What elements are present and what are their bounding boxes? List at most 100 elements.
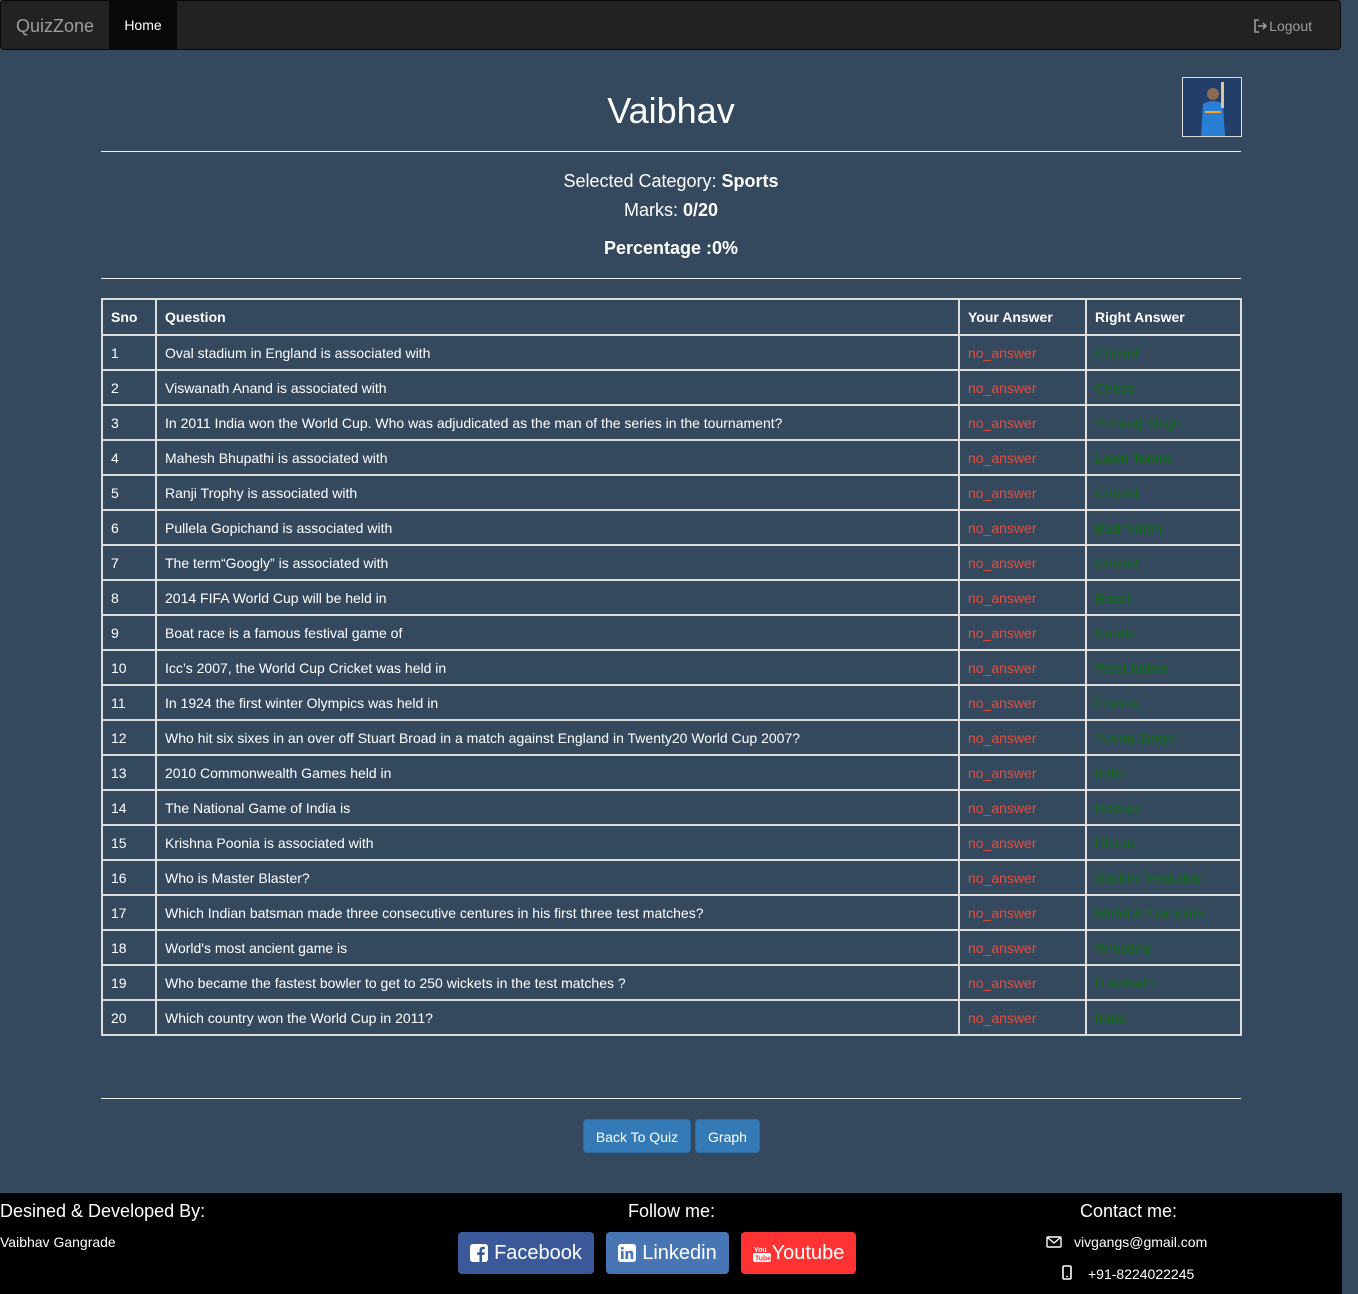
avatar bbox=[1182, 77, 1242, 137]
facebook-label: Facebook bbox=[494, 1242, 582, 1264]
cell-your-answer: no_answer bbox=[958, 859, 1087, 896]
cell-question: In 2011 India won the World Cup. Who was… bbox=[155, 404, 960, 441]
cell-right-answer: Hockey bbox=[1085, 789, 1242, 826]
cell-your-answer: no_answer bbox=[958, 509, 1087, 546]
cell-your-answer: no_answer bbox=[958, 544, 1087, 581]
nav-home-link[interactable]: Home bbox=[109, 1, 177, 50]
cell-your-answer: no_answer bbox=[958, 719, 1087, 756]
cell-sno: 5 bbox=[101, 474, 157, 511]
cell-question: Who hit six sixes in an over off Stuart … bbox=[155, 719, 960, 756]
brand-link[interactable]: QuizZone bbox=[16, 1, 94, 51]
cell-question: In 1924 the first winter Olympics was he… bbox=[155, 684, 960, 721]
graph-button[interactable]: Graph bbox=[695, 1119, 760, 1153]
cell-question: The term“Googly” is associated with bbox=[155, 544, 960, 581]
cell-question: Mahesh Bhupathi is associated with bbox=[155, 439, 960, 476]
cell-sno: 17 bbox=[101, 894, 157, 931]
cell-your-answer: no_answer bbox=[958, 684, 1087, 721]
cell-your-answer: no_answer bbox=[958, 964, 1087, 1001]
table-row: 12 Who hit six sixes in an over off Stuar… bbox=[101, 719, 1242, 756]
table-row: 7 The term“Googly” is associated with no_a… bbox=[101, 544, 1242, 581]
cell-question: Boat race is a famous festival game of bbox=[155, 614, 960, 651]
table-row: 8 2014 FIFA World Cup will be held in no_a… bbox=[101, 579, 1242, 616]
results-table: Sno Question Your Answer Right Answer 1O… bbox=[101, 298, 1242, 1036]
cell-question: The National Game of India is bbox=[155, 789, 960, 826]
table-body: 1 Oval stadium in England is associated w… bbox=[101, 334, 1242, 1036]
linkedin-button[interactable]: Linkedin bbox=[606, 1232, 729, 1274]
cell-question: Pullela Gopichand is associated with bbox=[155, 509, 960, 546]
cell-question: Oval stadium in England is associated wi… bbox=[155, 334, 960, 371]
cell-right-answer: Yuvaraj Singh bbox=[1085, 404, 1242, 441]
table-row: 16 Who is Master Blaster? no_answer Sachin … bbox=[101, 859, 1242, 896]
table-row: 20 Which country won the World Cup in 201… bbox=[101, 999, 1242, 1036]
cell-your-answer: no_answer bbox=[958, 999, 1087, 1036]
cell-question: Which country won the World Cup in 2011? bbox=[155, 999, 960, 1036]
cell-right-answer: Brazil bbox=[1085, 579, 1242, 616]
table-row: 3 In 2011 India won the World Cup. Who wa… bbox=[101, 404, 1242, 441]
cell-sno: 7 bbox=[101, 544, 157, 581]
category-label: Selected Category: bbox=[563, 171, 717, 191]
phone-line: +91-8224022245 bbox=[1062, 1265, 1194, 1282]
header-question: Question bbox=[155, 298, 960, 336]
mobile-phone-icon bbox=[1062, 1265, 1072, 1280]
cell-your-answer: no_answer bbox=[958, 439, 1087, 476]
table-row: 4 Mahesh Bhupathi is associated with no_an… bbox=[101, 439, 1242, 476]
cell-question: Who is Master Blaster? bbox=[155, 859, 960, 896]
cell-sno: 18 bbox=[101, 929, 157, 966]
percentage-line: Percentage :0% bbox=[603, 238, 739, 258]
cell-sno: 1 bbox=[101, 334, 157, 371]
cell-your-answer: no_answer bbox=[958, 929, 1087, 966]
cell-right-answer: Chess bbox=[1085, 369, 1242, 406]
page-title: Vaibhav bbox=[607, 90, 735, 131]
youtube-icon: You Tube bbox=[752, 1247, 771, 1263]
facebook-button[interactable]: Facebook bbox=[458, 1232, 594, 1274]
youtube-label: Youtube bbox=[771, 1242, 845, 1264]
cell-right-answer: Cricket bbox=[1085, 334, 1242, 371]
cell-sno: 14 bbox=[101, 789, 157, 826]
cell-question: Krishna Poonia is associated with bbox=[155, 824, 960, 861]
marks-line: Marks: 0/20 bbox=[101, 200, 1241, 221]
table-row: 17 Which Indian batsman made three consec… bbox=[101, 894, 1242, 931]
cell-right-answer: R Ashwin bbox=[1085, 964, 1242, 1001]
email-text: vivgangs@gmail.com bbox=[1074, 1234, 1208, 1250]
table-row: 14 The National Game of India is no_answer… bbox=[101, 789, 1242, 826]
cell-sno: 6 bbox=[101, 509, 157, 546]
cell-sno: 3 bbox=[101, 404, 157, 441]
category-line: Selected Category: Sports bbox=[101, 171, 1241, 192]
youtube-button[interactable]: You Tube Youtube bbox=[741, 1232, 856, 1274]
cell-sno: 16 bbox=[101, 859, 157, 896]
table-row: 13 2010 Commonwealth Games held in no_answ… bbox=[101, 754, 1242, 791]
table-row: 10 Icc’s 2007, the World Cup Cricket was … bbox=[101, 649, 1242, 686]
designed-by-title: Desined & Developed By: bbox=[0, 1201, 206, 1221]
category-value: Sports bbox=[721, 171, 779, 191]
cell-right-answer: West Indies bbox=[1085, 649, 1242, 686]
logout-icon bbox=[1254, 19, 1268, 33]
cell-your-answer: no_answer bbox=[958, 404, 1087, 441]
table-row: 6 Pullela Gopichand is associated with no_… bbox=[101, 509, 1242, 546]
cell-sno: 10 bbox=[101, 649, 157, 686]
back-to-quiz-button[interactable]: Back To Quiz bbox=[583, 1119, 691, 1153]
footer: Desined & Developed By: Vaibhav Gangrade… bbox=[0, 1193, 1342, 1294]
cell-question: Which Indian batsman made three consecut… bbox=[155, 894, 960, 931]
navbar: QuizZone Home Logout bbox=[0, 0, 1341, 50]
logout-link[interactable]: Logout bbox=[1253, 1, 1312, 51]
divider bbox=[101, 151, 1241, 152]
cell-your-answer: no_answer bbox=[958, 614, 1087, 651]
cell-question: World's most ancient game is bbox=[155, 929, 960, 966]
cell-your-answer: no_answer bbox=[958, 894, 1087, 931]
cell-sno: 13 bbox=[101, 754, 157, 791]
table-row: 5 Ranji Trophy is associated with no_answe… bbox=[101, 474, 1242, 511]
cell-your-answer: no_answer bbox=[958, 649, 1087, 686]
cell-your-answer: no_answer bbox=[958, 789, 1087, 826]
table-row: 2 Viswanath Anand is associated with no_an… bbox=[101, 369, 1242, 406]
header-your-answer: Your Answer bbox=[958, 298, 1087, 336]
cell-your-answer: no_answer bbox=[958, 369, 1087, 406]
svg-text:You: You bbox=[754, 1247, 767, 1254]
cell-sno: 2 bbox=[101, 369, 157, 406]
linkedin-label: Linkedin bbox=[642, 1242, 717, 1264]
cell-sno: 20 bbox=[101, 999, 157, 1036]
cell-right-answer: India bbox=[1085, 754, 1242, 791]
cell-your-answer: no_answer bbox=[958, 334, 1087, 371]
email-line: vivgangs@gmail.com bbox=[1046, 1234, 1207, 1250]
logout-label: Logout bbox=[1269, 18, 1312, 34]
marks-label: Marks: bbox=[623, 200, 678, 220]
